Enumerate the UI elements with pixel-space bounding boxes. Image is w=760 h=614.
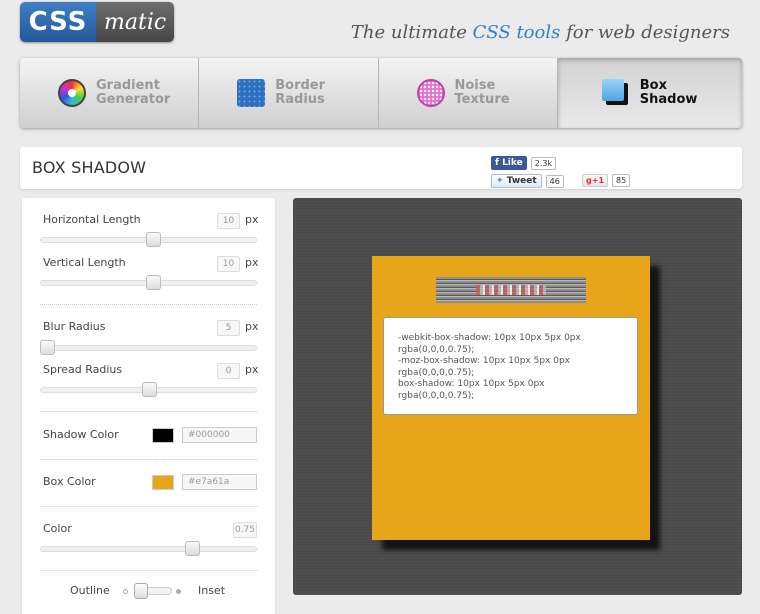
google-plus[interactable]: g+1 85 [582,174,631,187]
glitch-image [436,277,586,303]
tab-label: Noise Texture [454,78,510,107]
facebook-like-button[interactable]: f Like [491,156,527,170]
gradient-icon [58,79,86,107]
horizontal-length-slider[interactable] [40,232,257,247]
unit-label: px [245,320,259,333]
tab-gradient-generator[interactable]: Gradient Generator [20,58,200,128]
slider-thumb[interactable] [40,340,56,355]
unit-label: px [245,213,259,226]
spread-radius-input[interactable]: 0 [217,363,240,379]
slider-thumb[interactable] [184,541,200,556]
page-title: BOX SHADOW [32,158,147,177]
gplus-button[interactable]: g+1 [582,174,609,187]
unit-label: px [245,363,259,376]
spread-radius-label: Spread Radius [43,363,123,376]
cssmatic-logo[interactable]: CSS matic [20,2,174,42]
shadow-color-label: Shadow Color [43,428,119,441]
blur-radius-input[interactable]: 5 [217,320,240,336]
tool-tabs: Gradient Generator Border Radius Noise Text… [20,58,742,128]
toggle-switch[interactable] [134,583,148,599]
outline-dot-icon [123,589,128,594]
vertical-length-slider[interactable] [40,275,257,290]
divider [40,506,257,507]
horizontal-length-label: Horizontal Length [43,213,141,226]
border-radius-icon [237,79,266,107]
tab-label: Gradient Generator [96,78,171,107]
blur-radius-slider[interactable] [40,340,257,355]
outline-inset-toggle: Outline Inset [22,583,275,599]
divider [40,304,257,305]
logo-matic-text: matic [96,2,174,42]
tab-box-shadow[interactable]: Box Shadow [557,58,742,128]
blur-radius-label: Blur Radius [43,320,106,333]
divider [40,459,257,460]
spread-radius-slider[interactable] [40,382,257,397]
vertical-length-label: Vertical Length [43,256,126,269]
tab-noise-texture[interactable]: Noise Texture [378,58,558,128]
shadow-color-swatch[interactable] [152,428,174,443]
opacity-label: Color [43,522,72,535]
noise-icon [416,79,445,107]
opacity-slider[interactable] [40,541,257,556]
tagline-highlight-link[interactable]: CSS tools [473,22,561,43]
facebook-like[interactable]: f Like 2.3k [491,156,557,170]
preview-area: -webkit-box-shadow: 10px 10px 5px 0px rg… [293,198,742,595]
twitter-bird-icon: ✦ [496,176,504,186]
inset-dot-icon [176,589,181,594]
slider-thumb[interactable] [141,382,157,397]
vertical-length-input[interactable]: 10 [217,256,240,272]
like-count: 2.3k [530,156,557,170]
controls-panel: Horizontal Length 10 px Vertical Length … [22,198,275,614]
tab-label: Border Radius [275,78,326,107]
box-color-input[interactable]: #e7a61a [182,474,257,490]
divider [40,570,257,571]
inset-label: Inset [198,584,226,597]
slider-thumb[interactable] [145,275,161,290]
tweet-button[interactable]: ✦ Tweet [491,174,542,188]
slider-thumb[interactable] [145,232,161,247]
tab-label: Box Shadow [639,78,698,107]
shadow-color-input[interactable]: #000000 [182,427,257,443]
css-code-output[interactable]: -webkit-box-shadow: 10px 10px 5px 0px rg… [383,317,638,415]
box-shadow-icon [601,79,630,107]
tagline: The ultimate CSS tools for web designers [351,22,730,43]
tweet-count: 46 [545,174,564,188]
box-color-label: Box Color [43,475,96,488]
divider [40,411,257,412]
outline-label: Outline [70,584,110,597]
opacity-input[interactable]: 0.75 [233,522,257,538]
tab-border-radius[interactable]: Border Radius [199,58,379,128]
unit-label: px [245,256,259,269]
tagline-post: for web designers [560,22,730,43]
shadow-demo-box: -webkit-box-shadow: 10px 10px 5px 0px rg… [372,256,650,540]
tagline-pre: The ultimate [350,22,473,43]
title-bar: BOX SHADOW f Like 2.3k ✦ Tweet 46 g+1 85 [20,147,742,189]
twitter-tweet[interactable]: ✦ Tweet 46 [491,174,564,188]
horizontal-length-input[interactable]: 10 [217,213,240,229]
logo-css-text: CSS [20,2,96,42]
box-color-swatch[interactable] [152,475,174,490]
gplus-count: 85 [612,174,631,187]
